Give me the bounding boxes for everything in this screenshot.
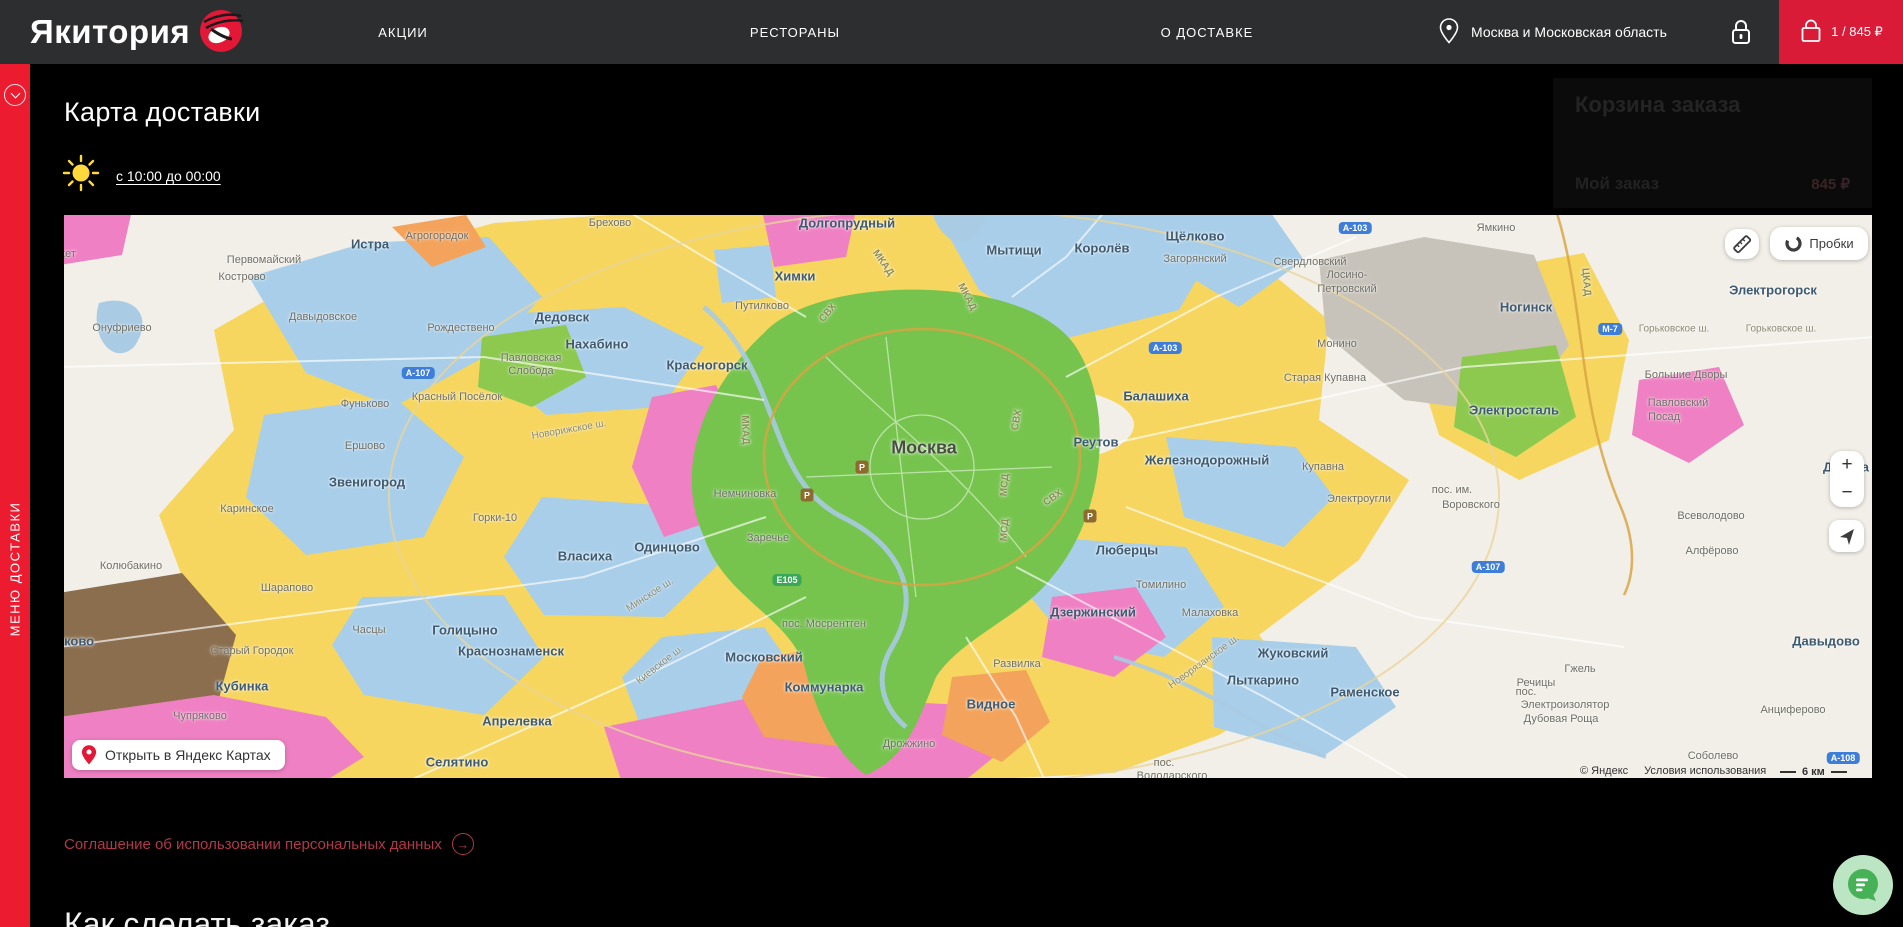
how-to-order-title: Как сделать заказ [64,906,330,927]
brand-logo-text: Якитория [30,13,190,51]
region-label: Москва и Московская область [1471,24,1667,40]
geolocation-button[interactable] [1829,520,1864,552]
open-in-yandex-maps-label: Открыть в Яндекс Картах [105,747,271,763]
brand-logo-icon [198,7,244,58]
working-hours-row: с 10:00 до 00:00 [60,152,221,199]
traffic-icon [1784,234,1803,253]
page-title: Карта доставки [64,97,261,128]
brand-logo[interactable]: Якитория [30,0,244,64]
cart-order-row: Мой заказ 845 ₽ [1575,174,1850,194]
nav-item-restaurants[interactable]: РЕСТОРАНЫ [750,0,840,64]
chevron-icon [10,89,20,99]
traffic-label: Пробки [1809,236,1853,251]
scale-label: 6 км [1802,766,1825,778]
arrow-right-icon: → [452,833,474,855]
delivery-menu-sidebar[interactable]: МЕНЮ ДОСТАВКИ [0,64,30,927]
map-scale-bar: 6 км [1780,766,1847,778]
zoom-in-button[interactable]: + [1830,451,1864,479]
geolocation-arrow-icon [1837,526,1857,546]
personal-data-agreement-link[interactable]: Соглашение об использовании персональных… [64,833,474,855]
ruler-tool-button[interactable] [1725,229,1759,259]
agreement-label: Соглашение об использовании персональных… [64,836,442,853]
chat-widget-button[interactable] [1833,855,1893,915]
lock-icon [1729,17,1753,47]
zoom-out-button[interactable]: − [1830,479,1864,507]
map-attribution: © Яндекс Условия использования [1580,765,1766,777]
sidebar-expand-button[interactable] [4,84,26,106]
delivery-map[interactable]: МоскваХимкиМытищиКоролёвЩёлковоДолгопруд… [64,215,1872,778]
cart-dropdown-panel: Корзина заказа Мой заказ 845 ₽ [1553,78,1872,208]
nav-item-promotions[interactable]: АКЦИИ [378,0,428,64]
sidebar-label: МЕНЮ ДОСТАВКИ [8,502,23,637]
cart-total-label: 1 / 845 ₽ [1831,24,1883,40]
nav-item-delivery-info[interactable]: О ДОСТАВКЕ [1161,0,1254,64]
zoom-control: + − [1830,451,1864,507]
sun-icon [60,152,102,199]
lock-button[interactable] [1726,0,1756,64]
cart-bag-icon [1799,18,1823,47]
scale-segment [1780,771,1796,773]
order-total: 845 ₽ [1811,175,1850,193]
yandex-copyright-link[interactable]: © Яндекс [1580,765,1628,777]
working-hours-link[interactable]: с 10:00 до 00:00 [116,168,221,184]
delivery-zones-canvas [64,215,1872,778]
terms-of-use-link[interactable]: Условия использования [1644,765,1766,777]
cart-button[interactable]: 1 / 845 ₽ [1779,0,1903,64]
location-pin-icon [1437,17,1461,48]
order-label: Мой заказ [1575,174,1659,194]
region-selector[interactable]: Москва и Московская область [1437,0,1667,64]
scale-segment [1831,771,1847,773]
top-nav-bar: Якитория АКЦИИ РЕСТОРАНЫ О ДОСТАВКЕ Моск… [0,0,1903,64]
open-in-yandex-maps-button[interactable]: Открыть в Яндекс Картах [72,740,285,770]
cart-panel-title: Корзина заказа [1575,92,1850,118]
traffic-toggle-button[interactable]: Пробки [1770,227,1868,260]
chat-icon [1833,855,1893,915]
ruler-icon [1730,232,1754,256]
yandex-pin-icon [80,744,98,766]
